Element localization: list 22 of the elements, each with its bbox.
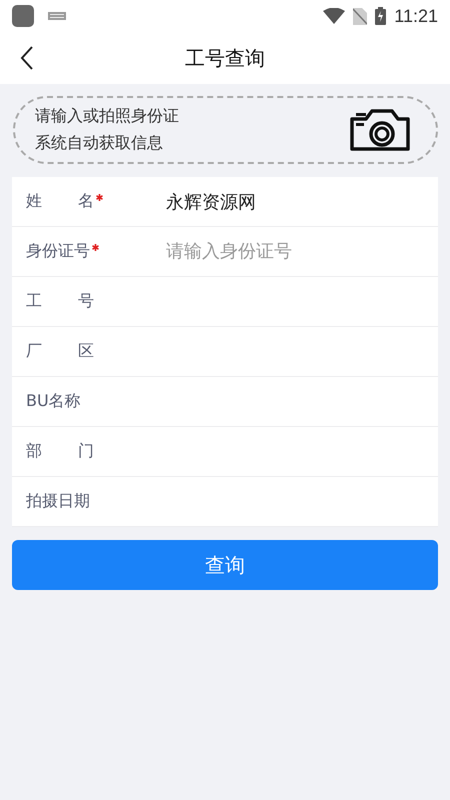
status-time: 11:21 <box>394 6 438 26</box>
camera-icon[interactable] <box>348 109 412 151</box>
query-button[interactable]: 查询 <box>12 540 438 590</box>
scan-id-card-panel[interactable]: 请输入或拍照身份证 系统自动获取信息 <box>13 96 438 164</box>
field-label: BU名称 <box>26 391 81 412</box>
field-label: 工 号 <box>26 291 94 312</box>
page-title: 工号查询 <box>185 44 265 72</box>
input-field[interactable]: 请输入身份证号 <box>166 232 428 272</box>
input-field[interactable]: 永辉资源网 <box>166 182 428 222</box>
app-notification-icon <box>12 5 34 27</box>
field-label: 身份证号 <box>26 241 90 262</box>
no-sim-icon <box>353 8 368 24</box>
scan-hint: 系统自动获取信息 <box>35 133 164 154</box>
field-label: 拍摄日期 <box>26 491 90 512</box>
battery-icon <box>375 7 386 25</box>
keyboard-icon <box>48 12 66 20</box>
field-label: 姓 名 <box>26 191 94 212</box>
wifi-icon <box>323 8 346 24</box>
field-label: 部 门 <box>26 441 94 462</box>
back-icon[interactable] <box>20 46 34 70</box>
field-label: 厂 区 <box>26 341 94 362</box>
scan-hint: 请输入或拍照身份证 <box>35 106 179 127</box>
